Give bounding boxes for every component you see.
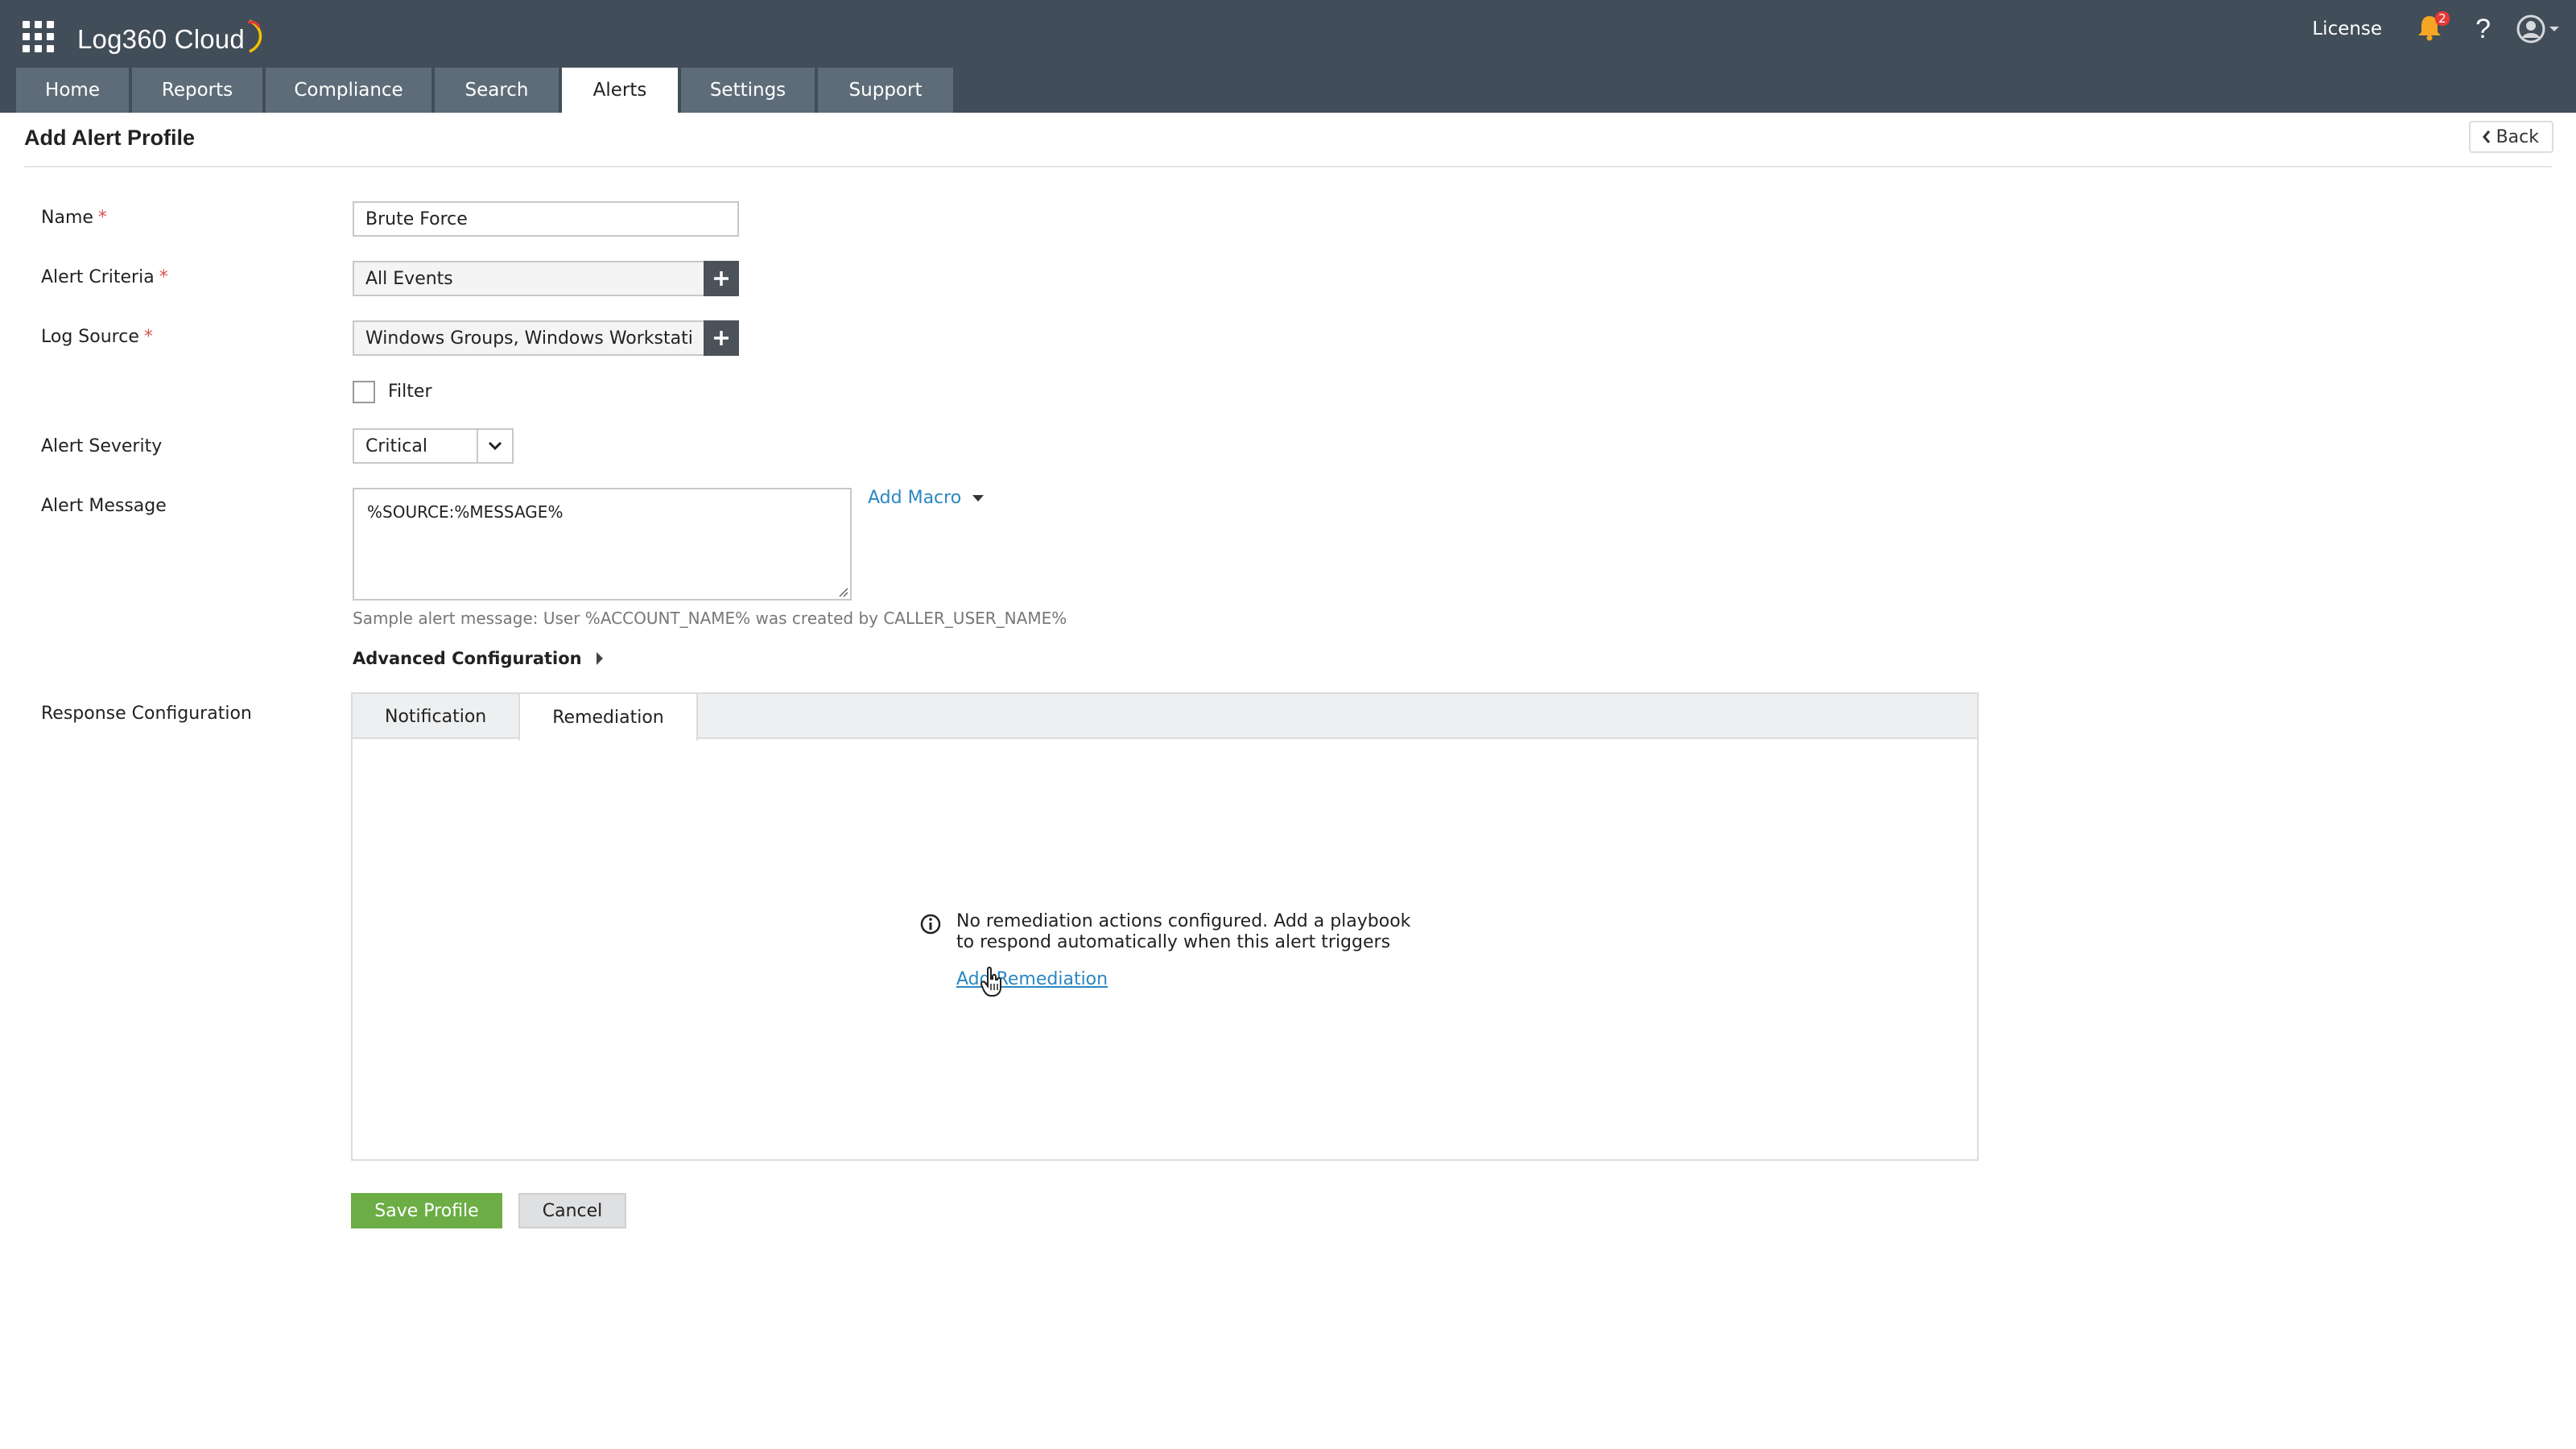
alert-message-value: %SOURCE:%MESSAGE% <box>367 502 564 522</box>
alert-criteria-label-text: Alert Criteria <box>41 267 155 287</box>
remediation-empty-message: No remediation actions configured. Add a… <box>956 911 1520 953</box>
response-configuration-panel: Notification Remediation No remediation … <box>351 692 1979 1161</box>
user-menu-caret-icon <box>2549 27 2559 31</box>
tab-search[interactable]: Search <box>435 68 559 113</box>
alert-severity-dropdown-toggle[interactable] <box>477 430 512 462</box>
tab-alerts[interactable]: Alerts <box>562 68 678 113</box>
add-macro-label: Add Macro <box>868 488 962 508</box>
tab-settings[interactable]: Settings <box>681 68 815 113</box>
alert-severity-value: Critical <box>365 436 427 456</box>
user-menu[interactable] <box>2516 14 2560 43</box>
caret-right-icon <box>596 652 603 665</box>
header-utilities: License 2 ? <box>2312 8 2560 50</box>
required-mark: * <box>159 267 168 287</box>
response-tabs: Notification Remediation <box>353 694 1977 741</box>
response-configuration-label: Response Configuration <box>41 704 252 724</box>
add-alert-criteria-button[interactable] <box>704 261 739 296</box>
required-mark: * <box>97 208 107 228</box>
notifications-bell-icon[interactable]: 2 <box>2416 11 2450 45</box>
alert-severity-select[interactable]: Critical <box>353 428 514 464</box>
notification-count-badge: 2 <box>2435 11 2450 26</box>
back-button[interactable]: Back <box>2468 121 2553 153</box>
alert-criteria-input[interactable]: All Events <box>353 261 705 296</box>
app-launcher-grid-icon[interactable] <box>23 21 55 53</box>
log-source-label-text: Log Source <box>41 327 139 347</box>
license-link[interactable]: License <box>2312 19 2382 39</box>
chevron-left-icon <box>2482 130 2490 143</box>
advanced-configuration-label: Advanced Configuration <box>353 649 582 668</box>
alert-criteria-label: Alert Criteria * <box>41 267 168 287</box>
tab-remediation[interactable]: Remediation <box>518 694 698 741</box>
brand-arc-icon <box>247 19 262 53</box>
alert-message-hint: Sample alert message: User %ACCOUNT_NAME… <box>353 609 1067 628</box>
top-header: Log360 Cloud License 2 ? Home Reports Co… <box>0 0 2576 113</box>
advanced-configuration-toggle[interactable]: Advanced Configuration <box>353 649 603 668</box>
chevron-down-icon <box>488 441 502 451</box>
filter-label: Filter <box>388 382 432 402</box>
add-log-source-button[interactable] <box>704 320 739 356</box>
alert-message-label: Alert Message <box>41 496 167 516</box>
tab-notification[interactable]: Notification <box>353 694 518 739</box>
plus-icon <box>714 271 729 286</box>
required-mark: * <box>143 327 153 347</box>
page-title: Add Alert Profile <box>24 126 196 150</box>
alert-message-textarea[interactable]: %SOURCE:%MESSAGE% <box>353 488 852 601</box>
log-source-input[interactable]: Windows Groups, Windows Workstati <box>353 320 705 356</box>
plus-icon <box>714 331 729 345</box>
empty-message-line-2: to respond automatically when this alert… <box>956 932 1391 952</box>
brand-name: Log360 Cloud <box>77 24 245 54</box>
help-icon[interactable]: ? <box>2475 14 2491 45</box>
caret-down-icon <box>972 494 985 502</box>
tab-home[interactable]: Home <box>16 68 129 113</box>
user-avatar-icon <box>2516 14 2545 43</box>
title-divider <box>24 166 2552 167</box>
brand-logo[interactable]: Log360 Cloud <box>77 19 264 60</box>
name-label: Name * <box>41 208 107 228</box>
log-source-label: Log Source * <box>41 327 153 347</box>
cancel-button[interactable]: Cancel <box>518 1193 626 1228</box>
back-label: Back <box>2496 126 2539 147</box>
filter-checkbox[interactable] <box>353 381 375 403</box>
save-profile-button[interactable]: Save Profile <box>351 1193 502 1228</box>
add-macro-dropdown[interactable]: Add Macro <box>868 488 985 508</box>
name-label-text: Name <box>41 208 93 228</box>
tab-support[interactable]: Support <box>818 68 953 113</box>
empty-message-line-1: No remediation actions configured. Add a… <box>956 911 1411 931</box>
info-icon <box>920 914 941 935</box>
hand-pointer-icon <box>980 966 1001 997</box>
name-input[interactable]: Brute Force <box>353 201 739 237</box>
tab-reports[interactable]: Reports <box>132 68 262 113</box>
resize-grip-icon[interactable] <box>836 584 848 597</box>
add-remediation-link[interactable]: Add Remediation <box>956 969 1108 989</box>
tab-compliance[interactable]: Compliance <box>266 68 431 113</box>
main-nav-tabs: Home Reports Compliance Search Alerts Se… <box>16 68 956 113</box>
alert-severity-label: Alert Severity <box>41 436 163 456</box>
